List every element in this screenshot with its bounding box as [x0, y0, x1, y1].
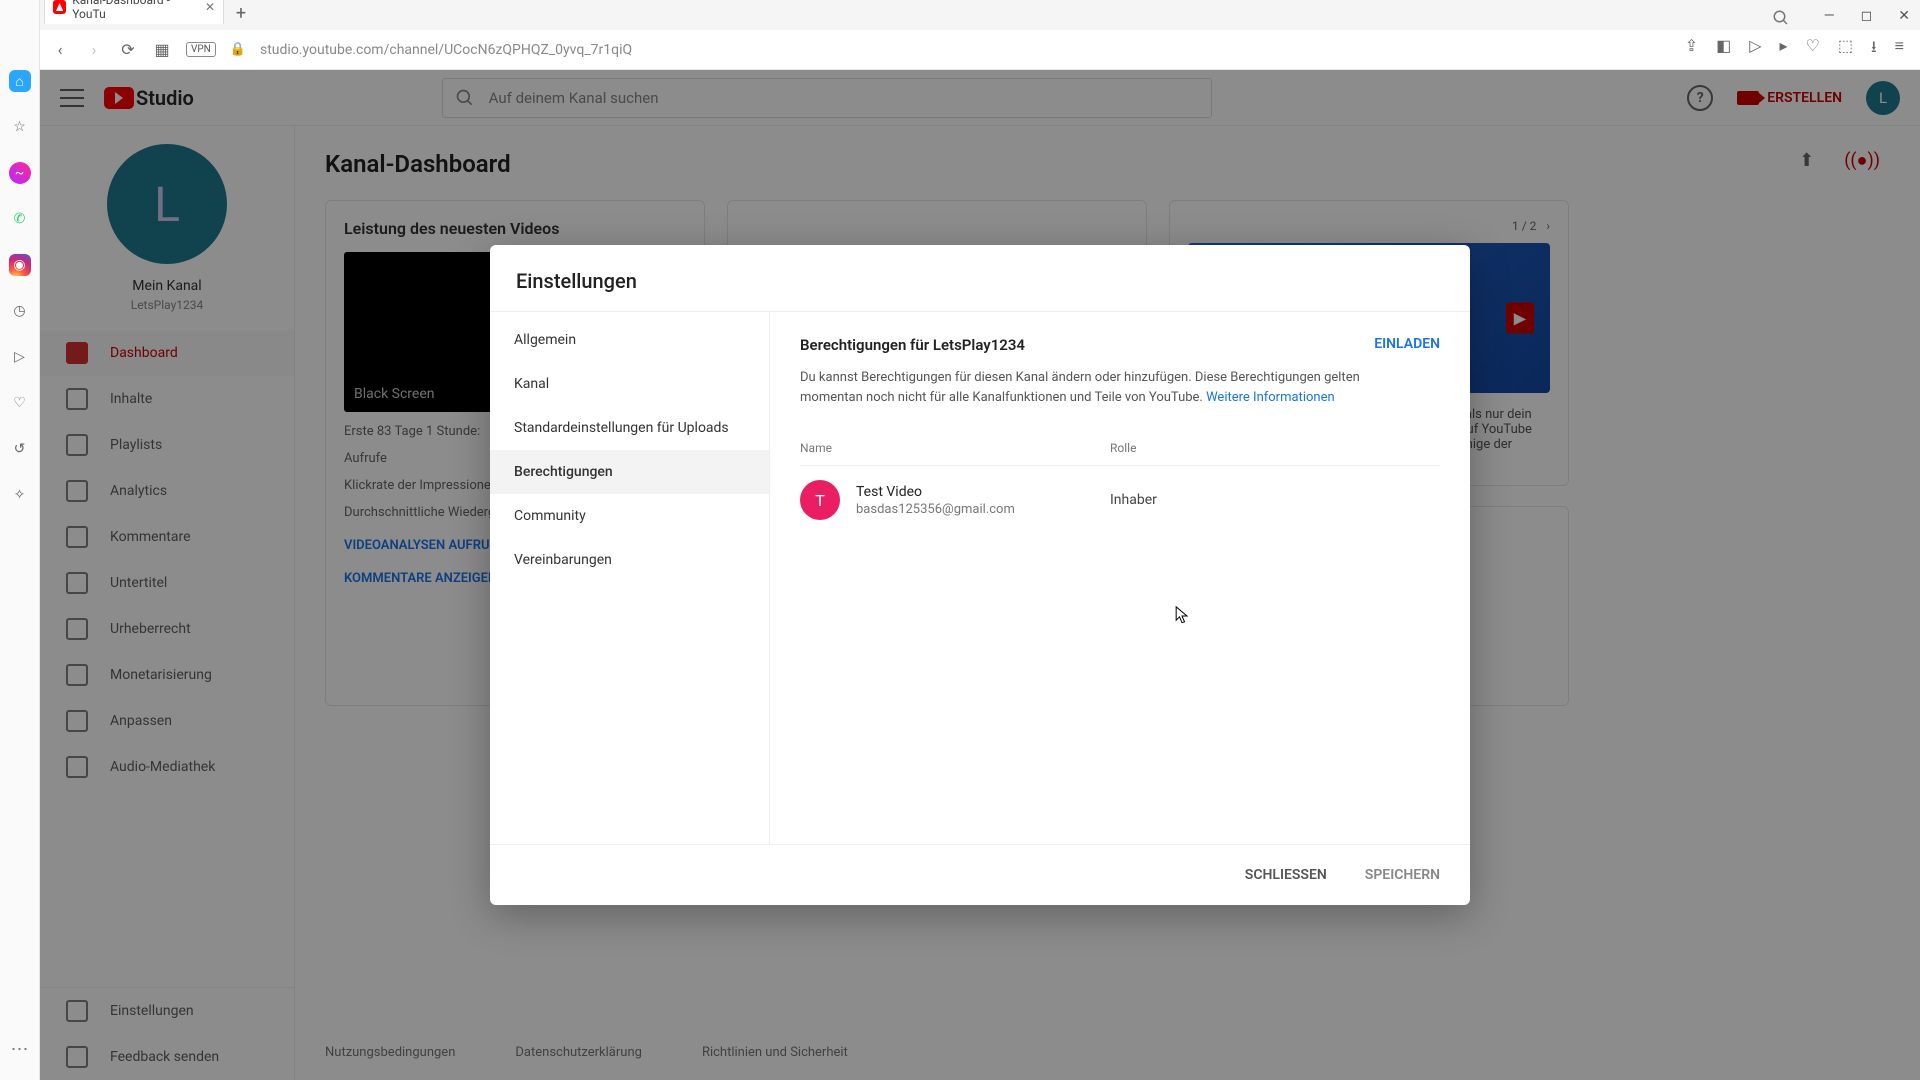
url-text[interactable]: studio.youtube.com/channel/UCocN6zQPHQZ_… [260, 42, 1671, 58]
more-info-link[interactable]: Weitere Informationen [1206, 390, 1335, 405]
permissions-table-header: Name Rolle [800, 441, 1440, 465]
browser-tab[interactable]: Kanal-Dashboard - YouTu ✕ [44, 0, 224, 24]
clock-icon[interactable]: ◷ [9, 300, 31, 322]
modal-body: AllgemeinKanalStandardeinstellungen für … [490, 311, 1470, 844]
bookmark-icon[interactable]: ▷ [1749, 36, 1761, 63]
screenshot-icon[interactable]: ◧ [1716, 36, 1731, 63]
send-icon[interactable]: ⇪ [1685, 36, 1698, 63]
settings-modal: Einstellungen AllgemeinKanalStandardeins… [490, 245, 1470, 905]
modal-overlay[interactable]: Einstellungen AllgemeinKanalStandardeins… [40, 70, 1920, 1080]
modal-nav-allgemein[interactable]: Allgemein [490, 318, 769, 362]
reload-icon[interactable]: ⟳ [118, 40, 138, 59]
col-name: Name [800, 441, 1110, 455]
back-icon[interactable]: ‹ [50, 40, 70, 59]
modal-content: Berechtigungen für LetsPlay1234 EINLADEN… [770, 312, 1470, 844]
instagram-icon[interactable]: ◉ [9, 254, 31, 276]
address-bar: ‹ › ⟳ ▦ VPN 🔒 studio.youtube.com/channel… [40, 30, 1920, 70]
permissions-title: Berechtigungen für LetsPlay1234 [800, 336, 1440, 354]
opera-sidebar: ⌂ ☆ ~ ✆ ◉ ◷ ▷ ♡ ↺ ✧ ⋯ [0, 0, 40, 1080]
download-icon[interactable]: ⭳ [1871, 36, 1877, 63]
window-controls: — ◻ ✕ [1824, 8, 1910, 24]
whatsapp-icon[interactable]: ✆ [9, 208, 31, 230]
modal-footer: SCHLIESSEN SPEICHERN [490, 844, 1470, 905]
user-email: basdas125356@gmail.com [856, 502, 1110, 517]
new-tab-button[interactable]: + [230, 2, 252, 24]
messenger-icon[interactable]: ~ [9, 162, 31, 184]
save-button[interactable]: SPEICHERN [1359, 859, 1446, 891]
speed-dial-icon[interactable]: ▦ [152, 40, 172, 59]
browser-search-icon[interactable] [1772, 9, 1790, 31]
close-button[interactable]: SCHLIESSEN [1239, 859, 1333, 891]
minimize-icon[interactable]: — [1824, 8, 1835, 24]
modal-nav: AllgemeinKanalStandardeinstellungen für … [490, 312, 770, 844]
maximize-icon[interactable]: ◻ [1861, 8, 1873, 24]
heart-icon[interactable]: ♡ [1806, 36, 1820, 63]
history-icon[interactable]: ↺ [9, 438, 31, 460]
user-avatar: T [800, 480, 840, 520]
menu-icon[interactable]: ≡ [1895, 36, 1904, 63]
pip-icon[interactable]: ▸ [1780, 36, 1788, 63]
address-bar-actions: ⇪ ◧ ▷ ▸ ♡ ⬚ ⭳ ≡ [1685, 36, 1904, 63]
lock-icon[interactable]: 🔒 [230, 42, 246, 57]
col-role: Rolle [1110, 441, 1440, 455]
invite-button[interactable]: EINLADEN [1374, 336, 1440, 352]
user-role: Inhaber [1110, 492, 1157, 508]
bookmark-sidebar-icon[interactable]: ☆ [9, 116, 31, 138]
permissions-row: T Test Video basdas125356@gmail.com Inha… [800, 465, 1440, 534]
play-sidebar-icon[interactable]: ▷ [9, 346, 31, 368]
home-icon[interactable]: ⌂ [9, 70, 31, 92]
tab-bar: Kanal-Dashboard - YouTu ✕ + [44, 2, 252, 24]
modal-nav-standardeinstellungen-für-uploads[interactable]: Standardeinstellungen für Uploads [490, 406, 769, 450]
modal-title: Einstellungen [490, 245, 1470, 311]
vpn-badge[interactable]: VPN [186, 42, 216, 57]
cube-icon[interactable]: ⬚ [1838, 36, 1853, 63]
modal-nav-berechtigungen[interactable]: Berechtigungen [490, 450, 769, 494]
modal-nav-vereinbarungen[interactable]: Vereinbarungen [490, 538, 769, 582]
tab-title: Kanal-Dashboard - YouTu [72, 0, 199, 21]
idea-icon[interactable]: ✧ [9, 484, 31, 506]
sidebar-more-icon[interactable]: ⋯ [11, 1039, 29, 1060]
modal-nav-community[interactable]: Community [490, 494, 769, 538]
modal-nav-kanal[interactable]: Kanal [490, 362, 769, 406]
close-tab-icon[interactable]: ✕ [205, 0, 215, 14]
user-name: Test Video [856, 484, 1110, 500]
permissions-description: Du kannst Berechtigungen für diesen Kana… [800, 368, 1380, 407]
favicon-icon [53, 0, 66, 14]
forward-icon[interactable]: › [84, 40, 104, 59]
close-window-icon[interactable]: ✕ [1898, 8, 1910, 24]
heart-sidebar-icon[interactable]: ♡ [9, 392, 31, 414]
